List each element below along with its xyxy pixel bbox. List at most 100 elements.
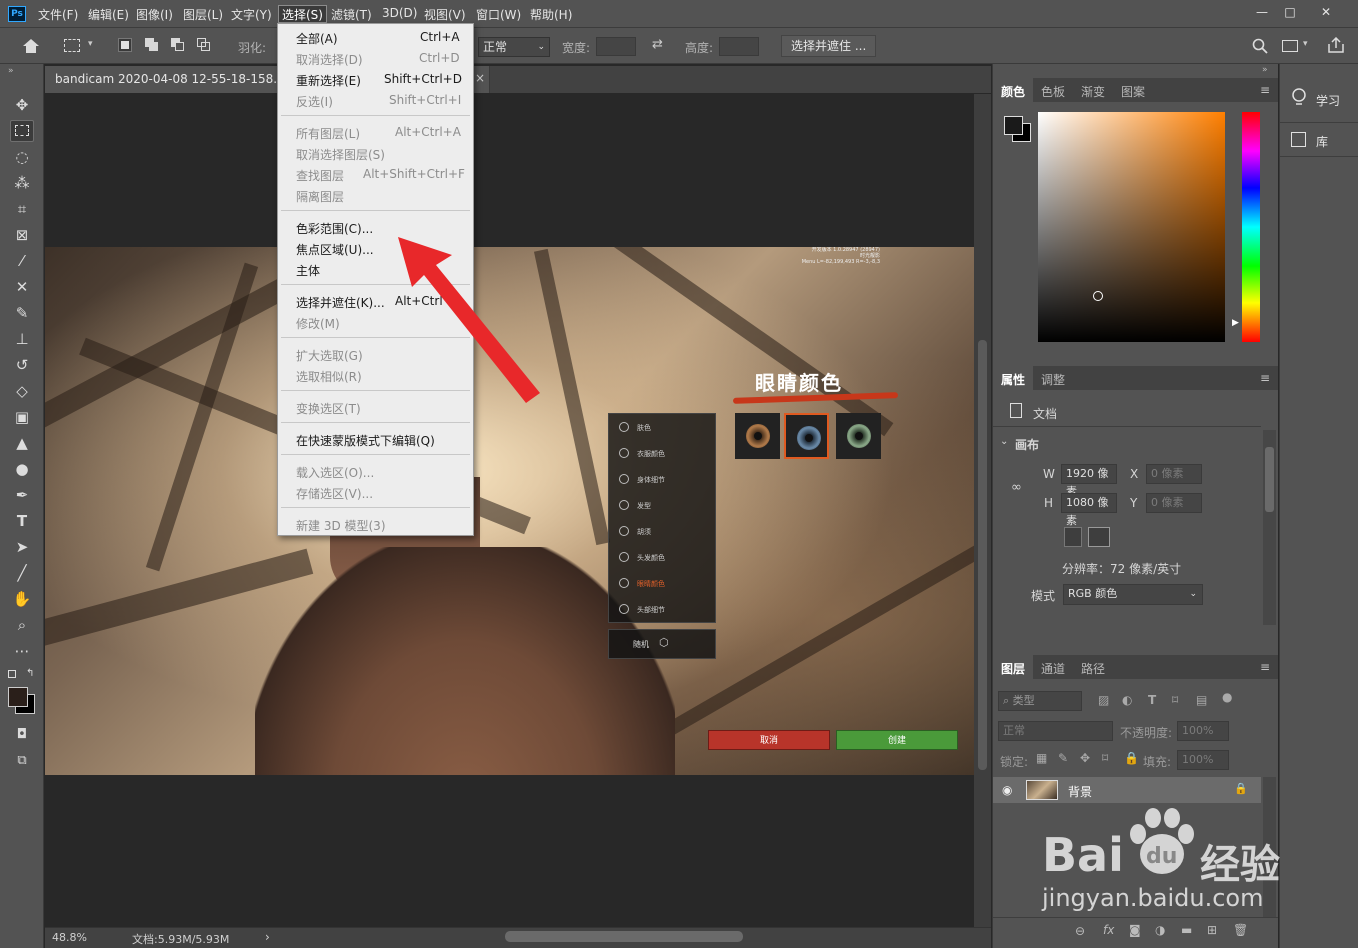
menu-type[interactable]: 文字(Y) — [231, 6, 272, 23]
history-brush-tool-icon[interactable]: ↺ — [10, 354, 34, 376]
swap-icon[interactable]: ⇄ — [652, 37, 663, 52]
landscape-orientation-icon[interactable] — [1088, 527, 1110, 547]
link-icon[interactable]: ∞ — [1011, 480, 1022, 495]
add-selection-icon[interactable] — [145, 38, 159, 52]
menu-item-find-layers[interactable]: 查找图层 — [296, 167, 344, 184]
zoom-level[interactable]: 48.8% — [52, 931, 87, 944]
filter-toggle-icon[interactable]: ● — [1222, 690, 1232, 704]
share-icon[interactable] — [1327, 37, 1345, 53]
menu-3d[interactable]: 3D(D) — [382, 6, 417, 20]
menu-item-modify[interactable]: 修改(M) — [296, 315, 340, 332]
tab-swatches[interactable]: 色板 — [1041, 83, 1065, 100]
maximize-button[interactable]: □ — [1276, 2, 1304, 22]
menu-layer[interactable]: 图层(L) — [183, 6, 223, 23]
height-field[interactable] — [719, 37, 759, 56]
horizontal-scroll-thumb[interactable] — [505, 931, 743, 942]
tab-adjustments[interactable]: 调整 — [1041, 371, 1065, 388]
color-picker-field[interactable] — [1038, 112, 1225, 342]
minimize-button[interactable]: — — [1248, 2, 1276, 22]
workspace-icon[interactable] — [1282, 40, 1298, 52]
panel-menu-icon[interactable]: ≡ — [1260, 83, 1270, 97]
crop-tool-icon[interactable]: ⌗ — [10, 198, 34, 220]
lock-position-icon[interactable]: ✥ — [1080, 751, 1090, 765]
search-icon[interactable] — [1252, 38, 1268, 54]
visibility-eye-icon[interactable]: ◉ — [1002, 783, 1012, 797]
magic-wand-tool-icon[interactable]: ⁂ — [10, 172, 34, 194]
hue-slider[interactable] — [1242, 112, 1260, 342]
layer-name[interactable]: 背景 — [1068, 783, 1092, 800]
blend-mode-select[interactable]: 正常 — [998, 721, 1113, 741]
adjustment-layer-icon[interactable]: ◑ — [1155, 923, 1165, 937]
tab-paths[interactable]: 路径 — [1081, 660, 1105, 677]
panel-menu-icon[interactable]: ≡ — [1260, 660, 1270, 674]
type-tool-icon[interactable]: T — [10, 510, 34, 532]
menu-edit[interactable]: 编辑(E) — [88, 6, 129, 23]
opacity-field[interactable]: 100% — [1177, 721, 1229, 741]
menu-help[interactable]: 帮助(H) — [530, 6, 572, 23]
screen-mode-icon[interactable]: ⧉ — [10, 750, 34, 772]
healing-brush-tool-icon[interactable]: ✕ — [10, 276, 34, 298]
new-selection-icon[interactable] — [118, 38, 132, 52]
style-select[interactable]: 正常 ⌄ — [478, 37, 550, 57]
gradient-tool-icon[interactable]: ▣ — [10, 406, 34, 428]
menu-item-transform-selection[interactable]: 变换选区(T) — [296, 400, 361, 417]
portrait-orientation-icon[interactable] — [1064, 527, 1082, 547]
more-tools-icon[interactable]: ⋯ — [10, 640, 34, 662]
line-tool-icon[interactable]: ╱ — [10, 562, 34, 584]
color-picker-cursor[interactable] — [1093, 291, 1103, 301]
learn-panel-label[interactable]: 学习 — [1316, 92, 1340, 109]
vertical-scroll-thumb[interactable] — [978, 340, 987, 770]
canvas-height-field[interactable]: 1080 像素 — [1061, 493, 1117, 527]
add-mask-icon[interactable]: ◙ — [1129, 923, 1141, 937]
select-and-mask-button[interactable]: 选择并遮住 ... — [781, 35, 877, 57]
menu-file[interactable]: 文件(F) — [38, 6, 78, 23]
home-icon[interactable] — [22, 38, 40, 54]
menu-item-save-selection[interactable]: 存储选区(V)... — [296, 485, 373, 502]
marquee-tool-icon[interactable] — [10, 120, 34, 142]
hand-tool-icon[interactable]: ✋ — [10, 588, 34, 610]
quick-mask-icon[interactable]: ◘ — [10, 724, 34, 746]
tab-patterns[interactable]: 图案 — [1121, 83, 1145, 100]
tab-layers[interactable]: 图层 — [1001, 660, 1025, 677]
properties-scroll-thumb[interactable] — [1265, 447, 1274, 512]
foreground-color-swatch[interactable] — [8, 687, 28, 707]
default-colors-icon[interactable] — [8, 670, 16, 678]
status-menu-arrow[interactable]: › — [265, 930, 270, 944]
intersect-selection-icon[interactable] — [197, 38, 211, 52]
menu-select[interactable]: 选择(S) — [278, 5, 327, 23]
foreground-swatch[interactable] — [1004, 116, 1023, 135]
close-window-button[interactable]: ✕ — [1312, 2, 1340, 22]
menu-item-isolate-layers[interactable]: 隔离图层 — [296, 188, 344, 205]
chevron-down-icon[interactable]: ▾ — [88, 39, 93, 49]
lock-all-icon[interactable]: 🔒 — [1124, 751, 1139, 765]
dodge-tool-icon[interactable]: ● — [10, 458, 34, 480]
tab-properties[interactable]: 属性 — [1001, 371, 1025, 388]
expand-panels-icon[interactable]: » — [1262, 65, 1268, 75]
menu-item-deselect[interactable]: 取消选择(D) — [296, 51, 363, 68]
canvas-x-field[interactable]: 0 像素 — [1146, 464, 1202, 484]
frame-tool-icon[interactable]: ⊠ — [10, 224, 34, 246]
brush-tool-icon[interactable]: ✎ — [10, 302, 34, 324]
library-panel-label[interactable]: 库 — [1316, 133, 1328, 150]
menu-item-all-layers[interactable]: 所有图层(L) — [296, 125, 360, 142]
menu-item-load-selection[interactable]: 载入选区(O)... — [296, 464, 374, 481]
eyedropper-tool-icon[interactable]: ⁄ — [10, 250, 34, 272]
adjustment-filter-icon[interactable]: ◐ — [1122, 693, 1132, 707]
move-tool-icon[interactable]: ✥ — [10, 94, 34, 116]
type-filter-icon[interactable]: T — [1148, 693, 1156, 707]
library-icon[interactable] — [1291, 132, 1306, 147]
collapse-icon[interactable]: » — [8, 66, 14, 76]
menu-image[interactable]: 图像(I) — [136, 6, 173, 23]
tab-color[interactable]: 颜色 — [1001, 83, 1025, 100]
menu-item-similar[interactable]: 选取相似(R) — [296, 368, 362, 385]
path-selection-tool-icon[interactable]: ➤ — [10, 536, 34, 558]
layer-thumbnail[interactable] — [1026, 780, 1058, 800]
smart-object-filter-icon[interactable]: ▤ — [1196, 693, 1207, 707]
menu-filter[interactable]: 滤镜(T) — [331, 6, 372, 23]
lock-artboard-icon[interactable]: ⌑ — [1102, 751, 1108, 765]
canvas-width-field[interactable]: 1920 像素 — [1061, 464, 1117, 498]
menu-item-quick-mask[interactable]: 在快速蒙版模式下编辑(Q) — [296, 432, 435, 449]
lightbulb-icon[interactable] — [1291, 88, 1307, 108]
pen-tool-icon[interactable]: ✒ — [10, 484, 34, 506]
subtract-selection-icon[interactable] — [171, 38, 185, 52]
